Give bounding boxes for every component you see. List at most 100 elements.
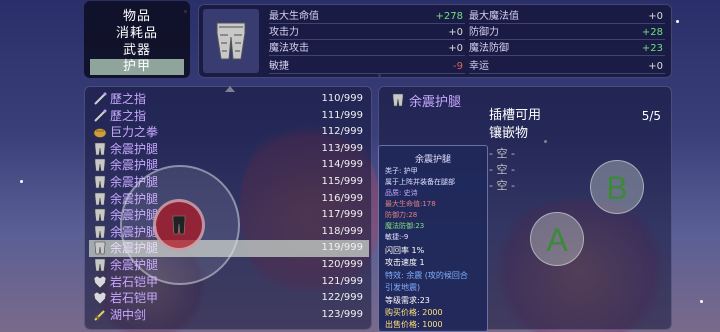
joystick-knob[interactable] xyxy=(153,199,205,251)
wand-icon xyxy=(93,92,107,106)
a-button[interactable]: A xyxy=(530,212,584,266)
item-count: 116/999 xyxy=(321,192,363,204)
category-menu: 物品 消耗品 武器 护甲 xyxy=(84,1,190,78)
stat-label: 魔法防御 xyxy=(469,43,509,54)
legguard-icon xyxy=(93,142,107,156)
list-item[interactable]: 歷之指 111/999 xyxy=(89,108,369,125)
tooltip-line: 特效: 余震 (攻的候回合 xyxy=(385,270,468,280)
detail-item-name: 余震护腿 xyxy=(409,95,462,110)
socket-slot[interactable]: - 空 - xyxy=(489,177,515,193)
legguard-icon xyxy=(93,158,107,172)
socket-count: 5/5 xyxy=(641,109,661,123)
stat-row: 防御力 +28 xyxy=(469,25,665,40)
item-name: 歷之指 xyxy=(110,108,147,123)
item-count: 113/999 xyxy=(321,142,363,154)
rock-armor-icon xyxy=(93,275,107,289)
tooltip-line: 最大生命值:178 xyxy=(385,200,436,208)
socket-label: 插槽可用 镶嵌物 xyxy=(489,107,569,143)
socket-label-line: 镶嵌物 xyxy=(489,126,529,141)
equipped-item-slot xyxy=(203,9,259,73)
category-item-selected[interactable]: 护甲 xyxy=(90,59,184,75)
stat-row: 魔法攻击 +0 xyxy=(269,41,465,56)
stats-panel: 最大生命值 +278 攻击力 +0 魔法攻击 +0 敏捷 -9 最大魔法值 +0… xyxy=(198,4,672,78)
stat-label: 防御力 xyxy=(469,27,499,38)
stat-label: 幸运 xyxy=(469,61,489,72)
legguard-icon xyxy=(93,241,107,255)
item-name: 岩石铠甲 xyxy=(110,291,159,306)
item-name: 湖中剑 xyxy=(110,307,147,322)
item-count: 111/999 xyxy=(321,109,363,121)
item-count: 123/999 xyxy=(321,308,363,320)
socket-label-line: 插槽可用 xyxy=(489,108,542,123)
stat-label: 最大魔法值 xyxy=(469,11,519,22)
stat-value: +278 xyxy=(435,11,463,22)
rock-armor-icon xyxy=(93,291,107,305)
list-item[interactable]: 巨力之拳 112/999 xyxy=(89,124,369,141)
stat-value: +0 xyxy=(648,11,663,22)
tooltip-line: 敏捷:-9 xyxy=(385,233,409,241)
sword-icon xyxy=(93,308,107,322)
item-count: 122/999 xyxy=(321,292,363,304)
tooltip-line: 魔法防御:23 xyxy=(385,222,425,230)
list-item[interactable]: 岩石铠甲 122/999 xyxy=(89,290,369,307)
tooltip-line: 品质: 史诗 xyxy=(385,189,418,197)
tooltip-line: 防御力:28 xyxy=(385,211,418,219)
item-name: 巨力之拳 xyxy=(110,125,159,140)
stat-value: +0 xyxy=(448,27,463,38)
stat-label: 敏捷 xyxy=(269,61,289,72)
stat-value: +0 xyxy=(448,43,463,54)
category-item[interactable]: 武器 xyxy=(90,43,184,59)
stat-row: 敏捷 -9 xyxy=(269,59,465,74)
list-item[interactable]: 余震护腿 113/999 xyxy=(89,141,369,158)
stat-value: +28 xyxy=(641,27,663,38)
item-count: 120/999 xyxy=(321,259,363,270)
item-count: 117/999 xyxy=(321,209,363,221)
legguard-icon xyxy=(93,208,107,222)
tooltip-title: 余震护腿 xyxy=(414,155,451,165)
item-name: 余震护腿 xyxy=(110,158,159,173)
legguard-icon xyxy=(93,192,107,206)
list-item[interactable]: 歷之指 110/999 xyxy=(89,91,369,108)
tooltip-line: 等级需求:23 xyxy=(385,295,430,305)
item-count: 110/999 xyxy=(321,93,363,104)
item-count: 112/999 xyxy=(321,126,363,138)
item-count: 115/999 xyxy=(321,176,363,187)
tooltip-line: 购买价格: 2000 xyxy=(385,308,443,317)
item-count: 118/999 xyxy=(321,225,363,237)
legguard-icon xyxy=(93,225,107,239)
tooltip-line: 攻击速度 1 xyxy=(385,258,425,268)
stat-label: 最大生命值 xyxy=(269,11,319,22)
fist-icon xyxy=(93,125,107,139)
socket-slot[interactable]: - 空 - xyxy=(489,161,515,177)
tooltip-line: 出售价格: 1000 xyxy=(385,320,443,330)
item-count: 114/999 xyxy=(321,159,363,171)
item-name: 余震护腿 xyxy=(110,141,159,156)
stat-label: 攻击力 xyxy=(269,27,299,38)
wand-icon xyxy=(93,109,107,123)
legguard-icon xyxy=(216,22,246,60)
list-item[interactable]: 湖中剑 123/999 xyxy=(89,307,369,324)
stat-value: +23 xyxy=(641,43,663,54)
stat-row: 魔法防御 +23 xyxy=(469,41,665,56)
b-button[interactable]: B xyxy=(590,160,644,214)
item-count: 119/999 xyxy=(321,242,363,254)
tooltip-line: 引发地震) xyxy=(385,283,421,293)
stat-row: 幸运 +0 xyxy=(469,59,665,74)
legguard-icon xyxy=(93,258,107,272)
tooltip-line: 类子: 护甲 xyxy=(385,167,418,175)
category-item[interactable]: 物品 xyxy=(90,9,184,25)
item-name: 歷之指 xyxy=(110,92,147,106)
category-item[interactable]: 消耗品 xyxy=(90,26,184,42)
list-item[interactable]: 余震护腿 114/999 xyxy=(89,157,369,174)
socket-slot[interactable]: - 空 - xyxy=(489,145,515,161)
legguard-icon xyxy=(172,215,186,235)
stat-label: 魔法攻击 xyxy=(269,43,309,54)
legguard-icon xyxy=(392,93,404,107)
stat-value: +0 xyxy=(648,61,663,72)
list-item[interactable]: 岩石铠甲 121/999 xyxy=(89,274,369,291)
tooltip-line: 闪回率 1% xyxy=(385,246,425,255)
stat-value: -9 xyxy=(453,61,463,72)
stat-row: 最大魔法值 +0 xyxy=(469,9,665,24)
item-count: 121/999 xyxy=(321,275,363,287)
tooltip-line: 属于上阵并装备在腿部 xyxy=(385,178,455,186)
